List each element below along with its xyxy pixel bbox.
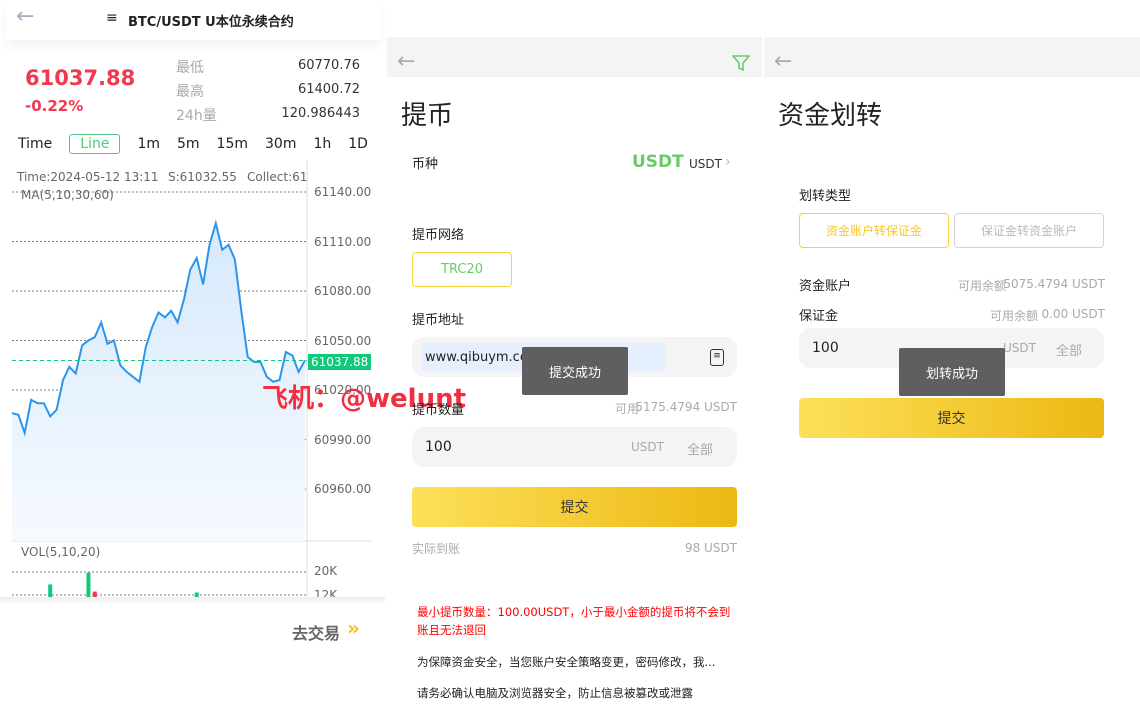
to-avail-value: 0.00 USDT	[1041, 307, 1105, 321]
amount-unit: USDT	[631, 440, 664, 454]
network-option-trc20[interactable]: TRC20	[412, 252, 512, 287]
price-chart[interactable]	[0, 0, 385, 600]
volume-bar	[86, 572, 91, 597]
network-label: 提币网络	[412, 228, 465, 243]
browser-note: 请务必确认电脑及浏览器安全，防止信息被篡改或泄露	[417, 686, 693, 700]
y-tick-label: 60990.00	[314, 432, 372, 447]
to-account-label: 保证金	[799, 309, 839, 324]
option-fund-to-margin[interactable]: 资金账户转保证金	[799, 213, 949, 248]
min-withdraw-note: 最小提币数量：100.00USDT，小于最小金额的提币将不会到账且无法退回	[417, 605, 731, 637]
page-title: 提币	[401, 101, 454, 131]
vol-tick-20k: 20K	[314, 564, 338, 578]
received-label: 实际到账	[412, 542, 461, 556]
filter-icon[interactable]	[732, 54, 750, 72]
coin-value[interactable]: USDT	[632, 152, 684, 172]
address-book-icon[interactable]: ≡	[710, 349, 724, 366]
withdraw-panel: ← 提币 币种 USDT USDT › 提币网络 TRC20 提币地址 www.…	[387, 37, 762, 708]
security-note: 为保障资金安全，当您账户安全策略变更，密码修改，我...	[417, 655, 716, 669]
page-title: 资金划转	[778, 101, 883, 131]
y-tick-label: 61110.00	[314, 234, 372, 249]
y-tick-label: 61140.00	[314, 185, 372, 199]
toast-message: 划转成功	[899, 348, 1005, 396]
transfer-submit-button[interactable]: 提交	[799, 398, 1104, 438]
received-value: 98	[685, 541, 701, 555]
y-tick-label: 60960.00	[314, 482, 372, 496]
transfer-amount-unit: USDT	[1003, 341, 1036, 355]
withdraw-header: ←	[387, 37, 762, 77]
toast-message: 提交成功	[522, 347, 628, 395]
submit-button[interactable]: 提交	[412, 487, 737, 527]
option-margin-to-fund[interactable]: 保证金转资金账户	[954, 213, 1104, 248]
y-tick-label: 61050.00	[314, 333, 372, 348]
amount-field[interactable]: 100 USDT 全部	[412, 427, 737, 467]
transfer-header: ←	[764, 37, 1140, 77]
double-chevron-right-icon: »	[347, 616, 360, 640]
chevron-right-icon[interactable]: ›	[725, 154, 731, 170]
from-account-label: 资金账户	[799, 279, 852, 294]
to-avail-label: 可用余额	[990, 309, 1039, 323]
transfer-all-button[interactable]: 全部	[1056, 340, 1082, 359]
received-unit: USDT	[704, 541, 737, 555]
volume-bar	[48, 584, 53, 597]
y-tick-label: 61080.00	[314, 284, 372, 298]
divider	[0, 597, 385, 605]
back-arrow-icon[interactable]: ←	[774, 49, 792, 74]
all-button[interactable]: 全部	[687, 439, 713, 458]
vol-tick-12k: 12K	[314, 588, 338, 597]
from-avail-label: 可用余额	[958, 279, 1007, 293]
coin-sub[interactable]: USDT	[689, 157, 722, 171]
from-avail-value: 5075.4794 USDT	[1003, 277, 1105, 291]
transfer-panel: ← 资金划转 划转类型 资金账户转保证金 保证金转资金账户 资金账户 可用余额 …	[764, 37, 1140, 708]
chart-panel: ← ≡ BTC/USDT U本位永续合约 61037.88 -0.22% 最低 …	[0, 0, 466, 708]
last-price-tag: 61037.88	[308, 354, 372, 370]
transfer-amount-input[interactable]: 100	[812, 340, 839, 356]
address-label: 提币地址	[412, 313, 465, 328]
transfer-type-label: 划转类型	[799, 189, 852, 204]
go-trade-button[interactable]: 去交易	[292, 620, 340, 644]
coin-label: 币种	[412, 157, 439, 172]
amount-label: 提币数量	[412, 403, 465, 418]
amount-input[interactable]: 100	[425, 439, 452, 455]
available-value: 5175.4794 USDT	[635, 400, 737, 414]
vol-label: VOL(5,10,20)	[21, 545, 101, 559]
back-arrow-icon[interactable]: ←	[397, 49, 415, 74]
